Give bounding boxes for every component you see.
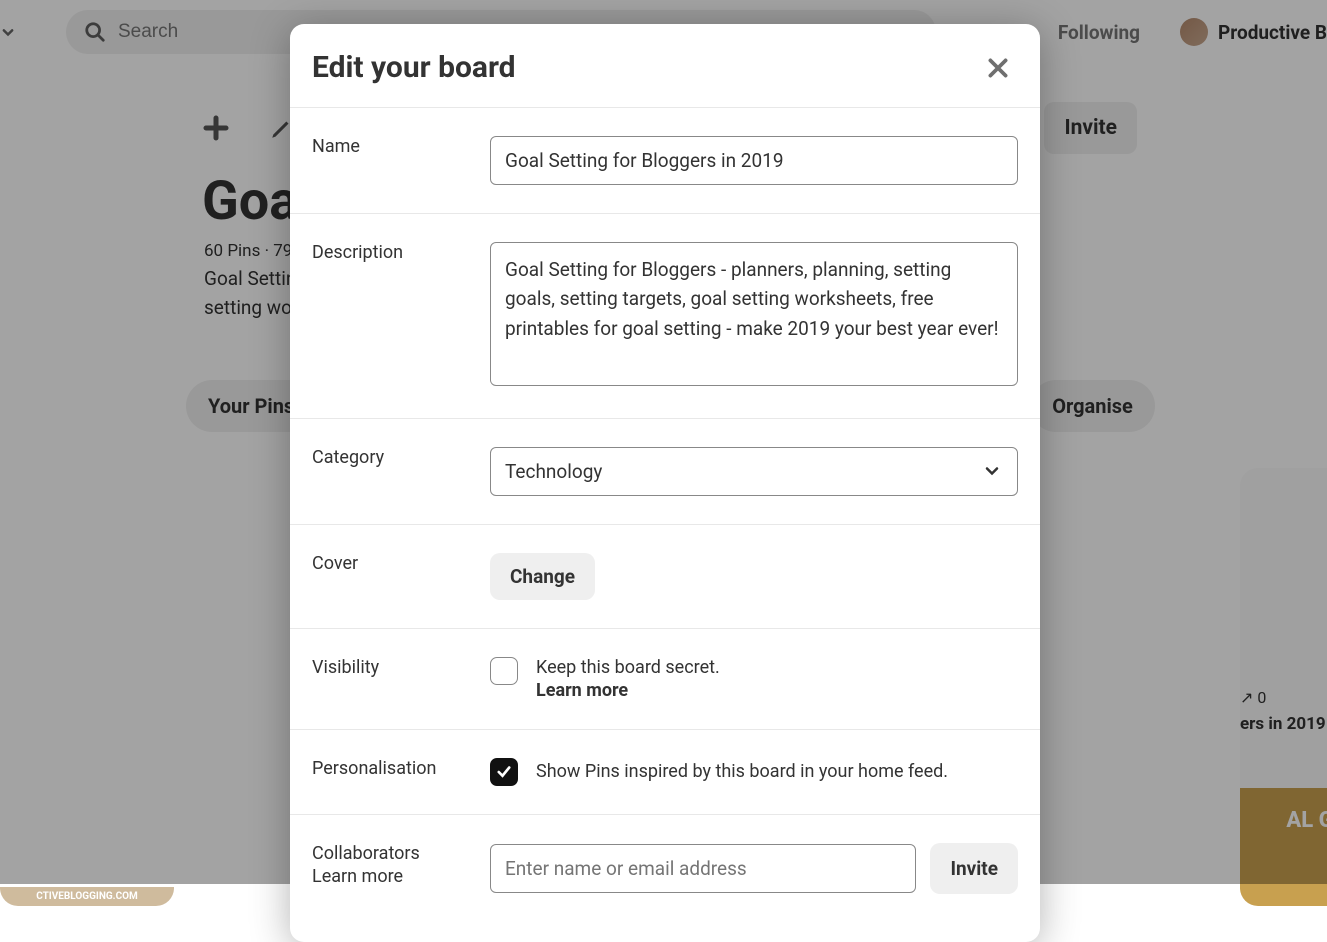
- change-cover-button[interactable]: Change: [490, 553, 595, 600]
- collaborators-label: Collaborators Learn more: [312, 843, 462, 894]
- personalisation-label: Personalisation: [312, 758, 462, 786]
- visibility-text: Keep this board secret. Learn more: [536, 657, 720, 701]
- form-row-name: Name: [290, 108, 1040, 214]
- name-input[interactable]: [490, 136, 1018, 185]
- modal-title: Edit your board: [312, 50, 516, 85]
- pin-footer: CTIVEBLOGGING.COM: [0, 887, 174, 906]
- personalisation-text: Show Pins inspired by this board in your…: [536, 761, 948, 782]
- category-select[interactable]: [490, 447, 1018, 496]
- close-icon[interactable]: [982, 52, 1014, 84]
- form-row-category: Category: [290, 419, 1040, 525]
- cover-label: Cover: [312, 553, 462, 600]
- invite-collaborator-button[interactable]: Invite: [930, 843, 1018, 894]
- modal-header: Edit your board: [290, 24, 1040, 108]
- visibility-label: Visibility: [312, 657, 462, 701]
- collaborator-input[interactable]: [490, 844, 916, 893]
- description-textarea[interactable]: Goal Setting for Bloggers - planners, pl…: [490, 242, 1018, 386]
- form-row-cover: Cover Change: [290, 525, 1040, 629]
- category-label: Category: [312, 447, 462, 496]
- form-row-collaborators: Collaborators Learn more Invite: [290, 815, 1040, 922]
- personalisation-checkbox[interactable]: [490, 758, 518, 786]
- visibility-checkbox[interactable]: [490, 657, 518, 685]
- name-label: Name: [312, 136, 462, 185]
- form-row-personalisation: Personalisation Show Pins inspired by th…: [290, 730, 1040, 815]
- form-row-description: Description Goal Setting for Bloggers - …: [290, 214, 1040, 419]
- form-row-visibility: Visibility Keep this board secret. Learn…: [290, 629, 1040, 730]
- learn-more-link[interactable]: Learn more: [536, 680, 720, 701]
- chevron-down-icon: [982, 461, 1002, 481]
- edit-board-modal: Edit your board Name Description Goal Se…: [290, 24, 1040, 942]
- description-label: Description: [312, 242, 462, 390]
